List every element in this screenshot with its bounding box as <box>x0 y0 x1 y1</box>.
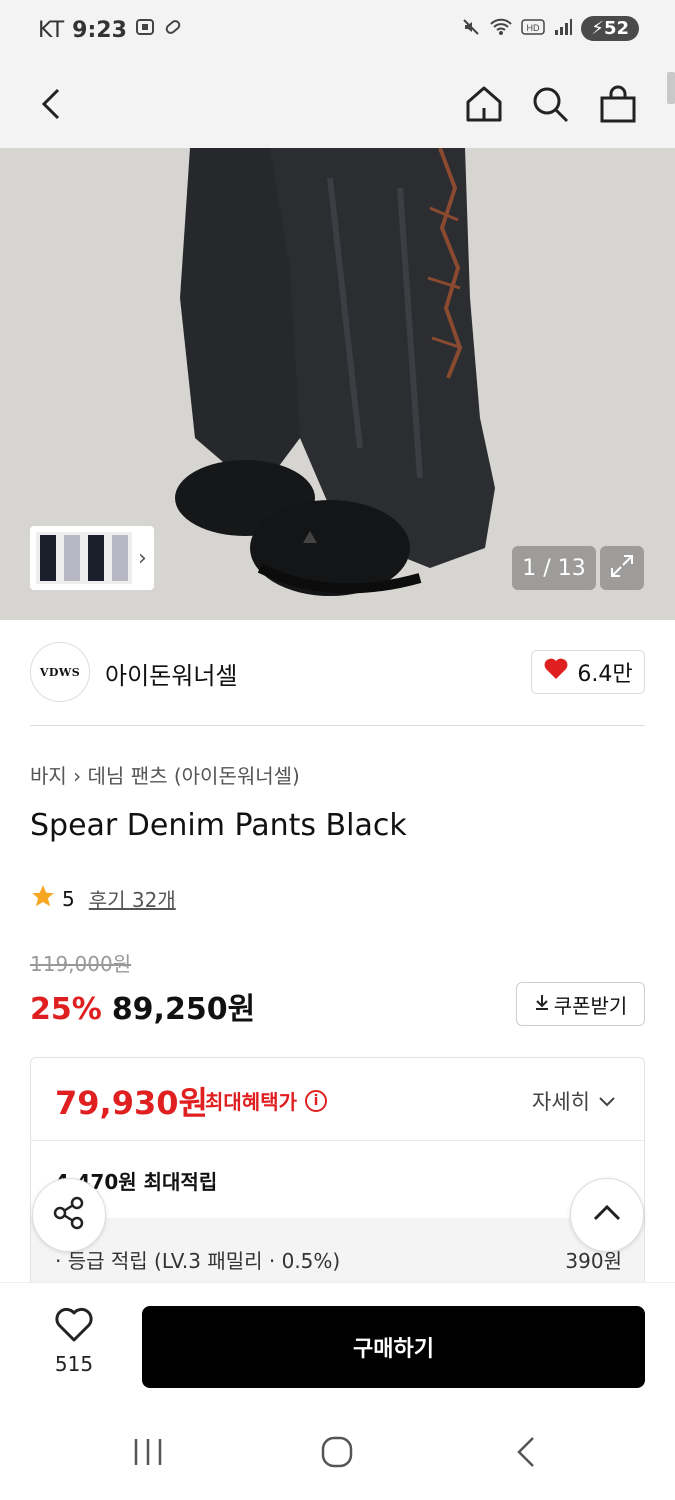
divider <box>30 725 645 726</box>
max-benefit-label: 최대혜택가 <box>205 1090 297 1114</box>
home-circle-icon <box>320 1435 354 1473</box>
heart-filled-icon <box>543 657 569 687</box>
system-navigation-bar <box>0 1404 675 1500</box>
max-benefit-label-group: 최대혜택가 i <box>205 1086 327 1115</box>
product-title: Spear Denim Pants Black <box>30 808 407 843</box>
top-navigation <box>0 64 675 148</box>
status-left: KT 9:23 <box>38 17 183 43</box>
back-icon <box>38 86 66 126</box>
info-icon[interactable]: i <box>305 1089 327 1112</box>
battery-indicator: ⚡52 <box>581 16 639 41</box>
brand-like-count: 6.4만 <box>577 662 633 687</box>
recent-apps-icon <box>131 1437 165 1471</box>
image-counter: 1 / 13 <box>512 546 596 590</box>
signal-icon <box>553 18 573 40</box>
heart-outline-icon <box>54 1307 94 1348</box>
back-button[interactable] <box>24 78 80 134</box>
bottom-action-bar: 515 구매하기 <box>0 1282 675 1404</box>
chevron-up-icon <box>592 1203 622 1227</box>
breadcrumb: 바지 › 데님 팬츠 (아이돈워너셀) <box>30 760 300 789</box>
thumbnail-strip[interactable]: › <box>30 526 154 590</box>
search-button[interactable] <box>522 78 578 134</box>
chevron-right-icon: › <box>73 764 88 788</box>
product-image-gallery[interactable]: › 1 / 13 <box>0 148 675 620</box>
back-arrow-icon <box>514 1435 538 1473</box>
wishlist-button[interactable]: 515 <box>44 1307 104 1376</box>
coupon-button[interactable]: 쿠폰받기 <box>516 982 645 1026</box>
brand-logo[interactable]: VDWS <box>30 642 90 702</box>
clock: 9:23 <box>72 17 127 43</box>
scroll-indicator <box>667 72 675 104</box>
rating-row: 5 후기 32개 <box>30 883 176 914</box>
mute-icon <box>461 17 481 41</box>
home-icon <box>464 84 504 128</box>
brand-row: VDWS 아이돈워너셀 6.4만 <box>0 620 675 724</box>
status-right: HD ⚡52 <box>461 16 639 41</box>
home-button[interactable] <box>456 78 512 134</box>
download-icon <box>534 992 550 1016</box>
star-icon <box>30 883 56 914</box>
shopping-bag-icon <box>598 84 638 128</box>
carrier-label: KT <box>38 17 65 43</box>
expand-icon <box>609 553 635 583</box>
wifi-icon <box>489 17 513 41</box>
share-button[interactable] <box>32 1178 106 1252</box>
breadcrumb-category[interactable]: 바지 <box>30 764 67 788</box>
cart-button[interactable] <box>590 78 646 134</box>
brand-logo-text: VDWS <box>39 665 81 679</box>
home-system-button[interactable] <box>307 1434 367 1474</box>
brand-like-button[interactable]: 6.4만 <box>531 650 645 694</box>
rating-value: 5 <box>62 886 75 911</box>
max-benefit-row[interactable]: 79,930원 최대혜택가 i 자세히 <box>31 1058 644 1140</box>
detail-toggle[interactable]: 자세히 <box>532 1086 616 1116</box>
points-detail-row: · 등급 적립 (LV.3 패밀리 · 0.5%) 390원 <box>31 1218 644 1288</box>
buy-button[interactable]: 구매하기 <box>142 1306 645 1388</box>
recent-apps-button[interactable] <box>118 1434 178 1474</box>
benefit-panel: 79,930원 최대혜택가 i 자세히 4,470원 최대적립 · 등급 적립 … <box>30 1057 645 1317</box>
original-price: 119,000원 <box>30 952 132 976</box>
brand-name[interactable]: 아이돈워너셀 <box>105 656 237 691</box>
detail-label: 자세히 <box>532 1090 590 1114</box>
max-benefit-price: 79,930원 <box>55 1084 208 1122</box>
svg-text:HD: HD <box>527 23 540 33</box>
discount-rate: 25% <box>30 992 102 1027</box>
battery-level: 52 <box>603 18 629 39</box>
fullscreen-button[interactable] <box>600 546 644 590</box>
status-bar: KT 9:23 HD ⚡52 <box>0 0 675 64</box>
hd-icon: HD <box>521 18 546 40</box>
chevron-right-icon: › <box>138 545 147 571</box>
search-icon <box>530 84 570 128</box>
coupon-label: 쿠폰받기 <box>553 993 628 1018</box>
price-row: 25% 89,250원 <box>30 984 255 1028</box>
divider <box>31 1140 644 1141</box>
share-icon <box>51 1195 87 1235</box>
sale-price: 89,250원 <box>111 992 256 1027</box>
breadcrumb-subcategory[interactable]: 데님 팬츠 (아이돈워너셀) <box>88 764 300 788</box>
review-link[interactable]: 후기 32개 <box>89 884 176 913</box>
points-detail-label: · 등급 적립 (LV.3 패밀리 · 0.5%) <box>55 1249 341 1273</box>
screenshot-icon <box>135 17 155 43</box>
back-system-button[interactable] <box>496 1434 556 1474</box>
wishlist-count: 515 <box>54 1352 94 1376</box>
scroll-top-button[interactable] <box>570 1178 644 1252</box>
thumbnail-image <box>36 532 132 584</box>
chevron-down-icon <box>598 1089 616 1113</box>
pill-icon <box>163 17 183 43</box>
